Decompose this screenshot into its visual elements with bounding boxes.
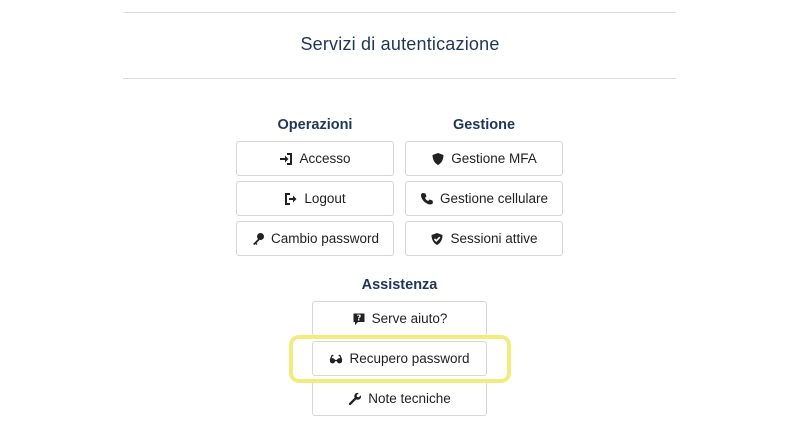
sessioni-attive-label: Sessioni attive bbox=[450, 231, 538, 246]
title-divider bbox=[123, 78, 676, 79]
svg-text:?: ? bbox=[356, 313, 361, 322]
auth-services-page: Servizi di autenticazione Operazioni Acc… bbox=[0, 0, 804, 436]
section-title-gestione: Gestione bbox=[452, 117, 516, 133]
section-title-assistenza: Assistenza bbox=[361, 277, 438, 293]
logout-label: Logout bbox=[304, 191, 346, 206]
cambio-password-button[interactable]: Cambio password bbox=[236, 221, 394, 256]
serve-aiuto-button[interactable]: ? Serve aiuto? bbox=[312, 301, 487, 336]
logout-button[interactable]: Logout bbox=[236, 181, 394, 216]
accesso-label: Accesso bbox=[299, 151, 351, 166]
sign-out-icon bbox=[284, 192, 298, 206]
top-divider bbox=[123, 12, 676, 13]
note-tecniche-label: Note tecniche bbox=[368, 391, 451, 406]
shield-check-icon bbox=[430, 232, 444, 246]
serve-aiuto-label: Serve aiuto? bbox=[371, 311, 448, 326]
key-icon bbox=[251, 232, 265, 246]
sign-in-icon bbox=[279, 152, 293, 166]
section-title-operazioni: Operazioni bbox=[277, 117, 353, 133]
highlight-recupero-password bbox=[289, 335, 511, 383]
accesso-button[interactable]: Accesso bbox=[236, 141, 394, 176]
sessioni-attive-button[interactable]: Sessioni attive bbox=[405, 221, 563, 256]
gestione-cellulare-label: Gestione cellulare bbox=[439, 191, 549, 206]
gestione-mfa-button[interactable]: Gestione MFA bbox=[405, 141, 563, 176]
gestione-cellulare-button[interactable]: Gestione cellulare bbox=[405, 181, 563, 216]
cambio-password-label: Cambio password bbox=[270, 231, 380, 246]
question-comment-icon: ? bbox=[352, 312, 366, 326]
shield-icon bbox=[431, 152, 445, 166]
wrench-icon bbox=[348, 392, 362, 406]
phone-icon bbox=[420, 192, 434, 206]
gestione-mfa-label: Gestione MFA bbox=[451, 151, 537, 166]
page-title: Servizi di autenticazione bbox=[300, 34, 500, 54]
note-tecniche-button[interactable]: Note tecniche bbox=[312, 381, 487, 416]
